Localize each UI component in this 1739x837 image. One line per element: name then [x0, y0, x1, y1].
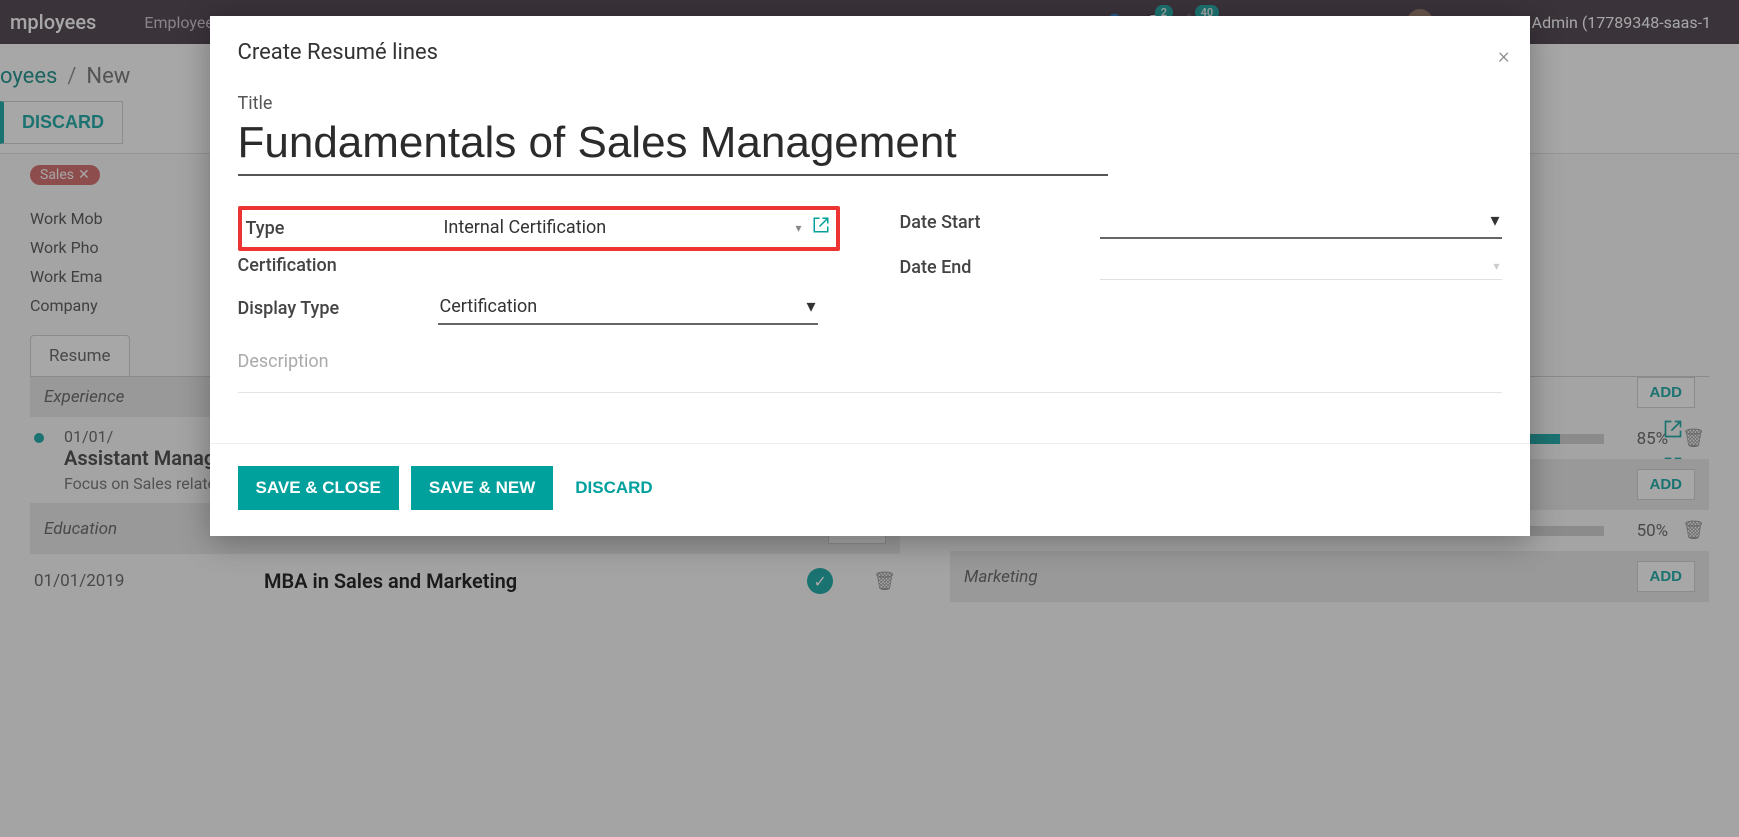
date-end-label: Date End	[900, 257, 1100, 278]
date-end-input[interactable]: ▾	[1100, 255, 1502, 280]
type-label: Type	[246, 218, 442, 239]
external-link-icon[interactable]	[812, 216, 830, 239]
type-select[interactable]: Internal Certification ▾	[442, 212, 832, 245]
chevron-down-icon: ▾	[795, 221, 801, 235]
title-input[interactable]	[238, 114, 1108, 176]
modal-title: Create Resumé lines	[238, 40, 439, 65]
create-resume-lines-modal: Create Resumé lines × Title Type Interna…	[210, 16, 1530, 536]
chevron-down-icon	[806, 296, 815, 317]
date-start-label: Date Start	[900, 212, 1100, 233]
save-close-button[interactable]: SAVE & CLOSE	[238, 466, 399, 510]
title-label: Title	[238, 93, 1502, 114]
modal-overlay[interactable]: Create Resumé lines × Title Type Interna…	[0, 0, 1739, 837]
discard-button[interactable]: DISCARD	[565, 466, 662, 510]
chevron-down-icon	[1490, 210, 1499, 231]
description-input[interactable]: Description	[238, 341, 1502, 393]
display-type-value-text: Certification	[440, 296, 538, 317]
save-new-button[interactable]: SAVE & NEW	[411, 466, 553, 510]
certification-label: Certification	[238, 255, 840, 276]
type-field-highlight: Type Internal Certification ▾	[238, 206, 840, 251]
type-value-text: Internal Certification	[444, 217, 607, 238]
display-type-label: Display Type	[238, 298, 438, 319]
close-icon[interactable]: ×	[1498, 44, 1510, 69]
date-start-input[interactable]	[1100, 206, 1502, 239]
display-type-select[interactable]: Certification	[438, 292, 818, 325]
chevron-down-icon: ▾	[1493, 259, 1499, 273]
